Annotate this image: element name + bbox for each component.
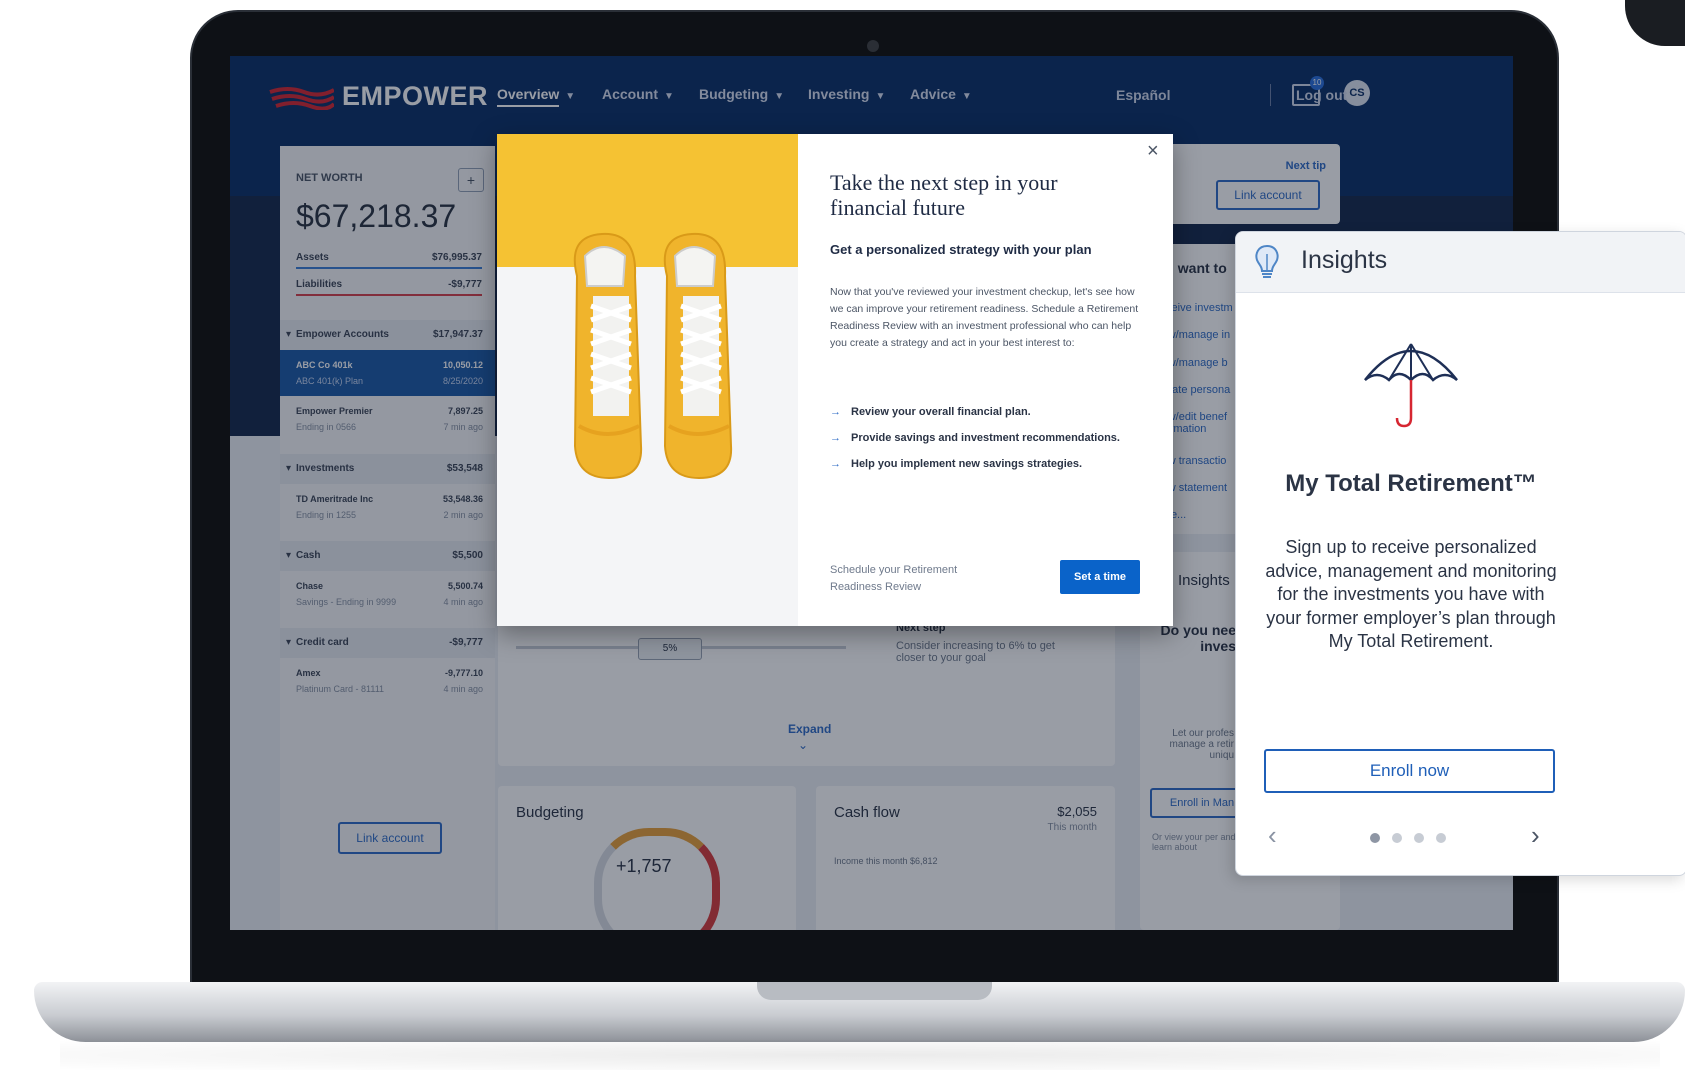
background-device-corner	[1625, 0, 1685, 46]
carousel-dot[interactable]	[1392, 833, 1402, 843]
modal-title: Take the next step in your financial fut…	[830, 170, 1058, 220]
laptop-camera	[867, 40, 879, 52]
laptop-base-notch	[757, 982, 992, 1000]
chevron-left-icon[interactable]: ‹	[1268, 820, 1277, 851]
set-a-time-button[interactable]: Set a time	[1060, 560, 1140, 594]
retirement-review-modal: × Take the next step in your financial f…	[497, 134, 1173, 626]
laptop-shadow	[60, 1040, 1660, 1070]
sneakers-image	[497, 134, 798, 626]
modal-list-item: → Provide savings and investment recommen…	[830, 432, 1150, 444]
insights-card-description: Sign up to receive personalized advice, …	[1265, 537, 1557, 651]
lightbulb-icon	[1255, 244, 1279, 278]
carousel-dot[interactable]	[1370, 833, 1380, 843]
insights-card-title: My Total Retirement™	[1285, 470, 1537, 497]
carousel-dot[interactable]	[1436, 833, 1446, 843]
insights-panel: Insights My Total Retirement™ Sign up to…	[1235, 231, 1685, 876]
arrow-right-icon: →	[830, 432, 841, 444]
modal-list-item: → Review your overall financial plan.	[830, 406, 1150, 418]
insights-title: Insights	[1301, 246, 1388, 274]
modal-body: Now that you've reviewed your investment…	[830, 286, 1139, 349]
umbrella-icon	[1364, 343, 1458, 428]
insights-header: Insights	[1236, 232, 1685, 293]
carousel-dot[interactable]	[1414, 833, 1424, 843]
modal-list-item: → Help you implement new savings strategi…	[830, 458, 1150, 470]
arrow-right-icon: →	[830, 458, 841, 470]
modal-subtitle: Get a personalized strategy with your pl…	[830, 242, 1092, 257]
enroll-now-button[interactable]: Enroll now	[1264, 749, 1555, 793]
close-icon[interactable]: ×	[1147, 140, 1159, 163]
sneakers-illustration	[573, 232, 733, 480]
modal-list-text: Help you implement new savings strategie…	[851, 458, 1083, 470]
modal-footer-text: Schedule your Retirement Readiness Revie…	[830, 564, 958, 593]
chevron-right-icon[interactable]: ›	[1531, 820, 1540, 851]
modal-list-text: Provide savings and investment recommend…	[851, 432, 1120, 444]
arrow-right-icon: →	[830, 406, 841, 418]
modal-list-text: Review your overall financial plan.	[851, 406, 1031, 418]
